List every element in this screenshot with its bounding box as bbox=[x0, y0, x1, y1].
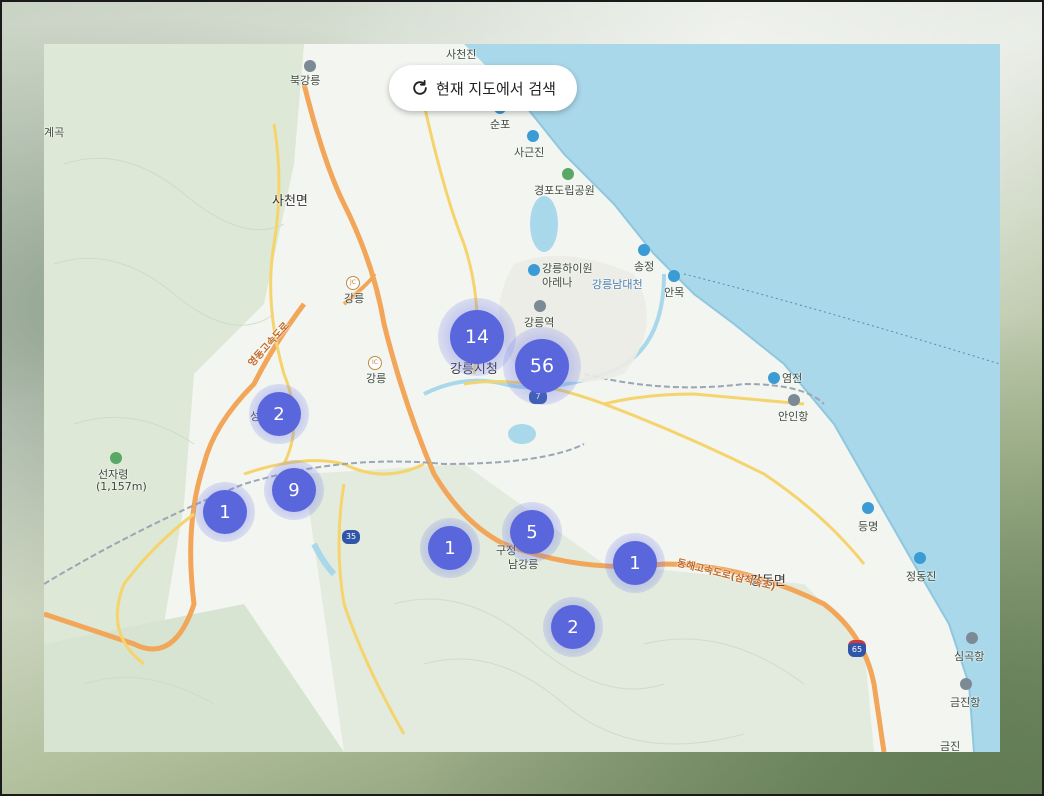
cluster-marker[interactable]: 56 bbox=[503, 327, 581, 405]
cluster-count: 5 bbox=[510, 510, 554, 554]
label-seonjaryeong-height: (1,157m) bbox=[96, 480, 147, 493]
beach-icon bbox=[638, 244, 650, 256]
cluster-count: 1 bbox=[203, 490, 247, 534]
cluster-count: 14 bbox=[450, 310, 504, 364]
cluster-marker[interactable]: 2 bbox=[249, 384, 309, 444]
harbor-icon bbox=[960, 678, 972, 690]
label-aninhang: 안인항 bbox=[778, 410, 809, 423]
label-sacheon-myeon: 사천면 bbox=[272, 194, 308, 209]
label-sunpo: 순포 bbox=[490, 118, 511, 131]
label-gangneung-ic: 강릉 bbox=[366, 372, 387, 385]
label-deungmyeong: 등명 bbox=[858, 520, 879, 533]
cluster-marker[interactable]: 1 bbox=[605, 533, 665, 593]
label-sacheonjin: 사천진 bbox=[446, 48, 477, 61]
train-station-icon bbox=[534, 300, 546, 312]
park-icon bbox=[562, 168, 574, 180]
label-geumjin: 금진 bbox=[940, 740, 961, 752]
arena-icon bbox=[528, 264, 540, 276]
refresh-icon bbox=[413, 80, 427, 95]
label-gyeongpo-park: 경포도립공원 bbox=[534, 184, 595, 197]
label-sageunjin: 사근진 bbox=[514, 146, 545, 159]
label-anmok: 안목 bbox=[664, 286, 685, 299]
label-namdaecheon: 강릉남대천 bbox=[592, 278, 643, 291]
route-35-shield: 35 bbox=[342, 530, 360, 544]
search-this-area-button[interactable]: 현재 지도에서 검색 bbox=[389, 65, 577, 111]
label-geumjinhang: 금진항 bbox=[950, 696, 981, 709]
cluster-marker[interactable]: 2 bbox=[543, 597, 603, 657]
beach-icon bbox=[527, 130, 539, 142]
search-button-label: 현재 지도에서 검색 bbox=[436, 79, 556, 98]
label-jeongdongjin: 정동진 bbox=[906, 570, 937, 583]
label-bukgangneung: 북강릉 bbox=[290, 74, 321, 87]
beach-icon bbox=[768, 372, 780, 384]
ic-icon: IC bbox=[368, 356, 382, 370]
cluster-marker[interactable]: 1 bbox=[195, 482, 255, 542]
cluster-count: 1 bbox=[428, 526, 472, 570]
label-gok: 계곡 bbox=[44, 126, 65, 139]
jc-icon: JC bbox=[346, 276, 360, 290]
cluster-count: 2 bbox=[257, 392, 301, 436]
beach-icon bbox=[668, 270, 680, 282]
cluster-marker[interactable]: 1 bbox=[420, 518, 480, 578]
route-65-shield: 65 bbox=[848, 640, 866, 657]
cluster-count: 9 bbox=[272, 468, 316, 512]
label-yeomjeon: 염전 bbox=[782, 372, 803, 385]
harbor-icon bbox=[788, 394, 800, 406]
ic-marker-icon bbox=[304, 60, 316, 72]
beach-icon bbox=[914, 552, 926, 564]
label-simgokhang: 심곡항 bbox=[954, 650, 985, 663]
beach-icon bbox=[862, 502, 874, 514]
cluster-count: 56 bbox=[515, 339, 569, 393]
cluster-marker[interactable]: 9 bbox=[264, 460, 324, 520]
label-gangneung-jc: 강릉 bbox=[344, 292, 365, 305]
cluster-marker[interactable]: 5 bbox=[502, 502, 562, 562]
cluster-count: 2 bbox=[551, 605, 595, 649]
cluster-count: 1 bbox=[613, 541, 657, 585]
label-songjeong: 송정 bbox=[634, 260, 655, 273]
mountain-icon bbox=[110, 452, 122, 464]
harbor-icon bbox=[966, 632, 978, 644]
label-arena-2: 아레나 bbox=[542, 276, 573, 289]
